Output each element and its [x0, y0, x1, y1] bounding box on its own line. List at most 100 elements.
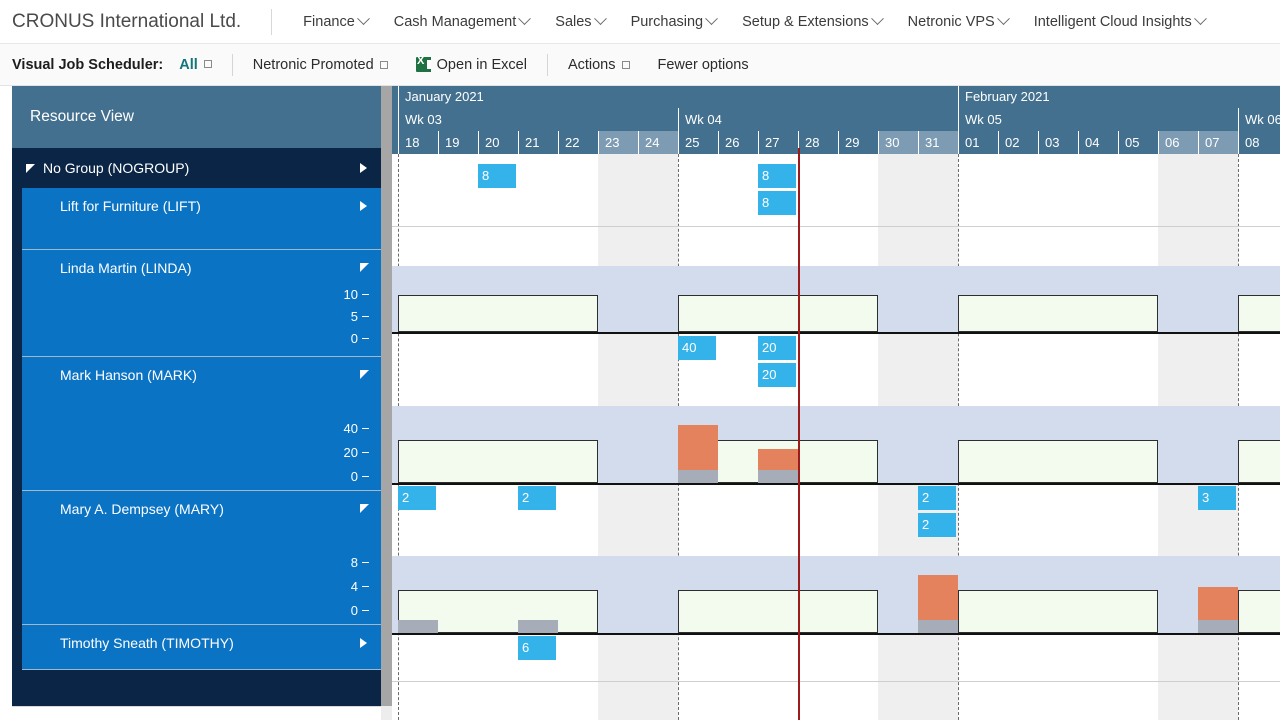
gantt-allocation-bar[interactable]: 2 — [918, 486, 956, 510]
capacity-bar[interactable] — [1238, 590, 1280, 633]
y-axis-tick: 0 — [351, 331, 369, 346]
nav-item-setup-extensions[interactable]: Setup & Extensions — [729, 12, 895, 30]
capacity-bar[interactable] — [958, 295, 1158, 332]
triangle-down-icon[interactable] — [360, 504, 369, 513]
gantt-allocation-bar[interactable]: 2 — [918, 513, 956, 537]
nav-item-intelligent-cloud-insights[interactable]: Intelligent Cloud Insights — [1021, 12, 1218, 30]
resource-view-header: Resource View — [12, 86, 381, 148]
timeline-day-cell[interactable]: 21 — [518, 131, 558, 154]
y-axis-tick: 10 — [344, 287, 369, 302]
sidebar-resource-timothy[interactable]: Timothy Sneath (TIMOTHY) — [22, 625, 381, 670]
gantt-allocation-bar[interactable]: 2 — [398, 486, 436, 510]
company-name: CRONUS International Ltd. — [12, 10, 242, 32]
triangle-right-icon[interactable] — [360, 201, 367, 211]
timeline-day-cell[interactable]: 23 — [598, 131, 638, 154]
capacity-bar[interactable] — [1238, 440, 1280, 483]
y-axis-tick: 0 — [351, 603, 369, 618]
timeline-day-cell[interactable]: 25 — [678, 131, 718, 154]
netronic-promoted-label: Netronic Promoted — [252, 56, 374, 73]
timeline-day-cell[interactable]: 04 — [1078, 131, 1118, 154]
load-bar[interactable] — [678, 470, 718, 483]
nav-item-purchasing[interactable]: Purchasing — [618, 12, 730, 30]
actions-label: Actions — [567, 56, 616, 73]
lane-separator — [392, 681, 1280, 682]
gantt-allocation-bar[interactable]: 40 — [678, 336, 716, 360]
timeline-day-cell[interactable]: 07 — [1198, 131, 1238, 154]
chevron-down-icon — [870, 12, 884, 26]
load-bar[interactable] — [758, 470, 798, 483]
capacity-bar[interactable] — [958, 440, 1158, 483]
timeline-month-label: February 2021 — [958, 86, 1278, 108]
triangle-down-icon[interactable] — [360, 263, 369, 272]
load-bar[interactable] — [398, 620, 438, 633]
gantt-allocation-bar[interactable]: 2 — [518, 486, 556, 510]
gantt-allocation-bar[interactable]: 6 — [518, 636, 556, 660]
scrollbar-thumb[interactable] — [381, 86, 392, 706]
timeline-day-cell[interactable]: 22 — [558, 131, 598, 154]
sidebar-resource-mark[interactable]: Mark Hanson (MARK) 40 20 0 — [22, 357, 381, 491]
resource-label: Lift for Furniture (LIFT) — [60, 198, 201, 214]
chevron-down-icon — [593, 12, 607, 26]
timeline-day-cell[interactable]: 20 — [478, 131, 518, 154]
nav-item-label: Netronic VPS — [907, 13, 995, 30]
timeline-day-cell[interactable]: 30 — [878, 131, 918, 154]
gantt-allocation-bar[interactable]: 3 — [1198, 486, 1236, 510]
open-in-excel-label: Open in Excel — [436, 56, 527, 73]
timeline-day-cell[interactable]: 03 — [1038, 131, 1078, 154]
group-row-nogroup[interactable]: No Group (NOGROUP) — [12, 148, 381, 188]
netronic-promoted-button[interactable]: Netronic Promoted — [253, 57, 388, 73]
actions-button[interactable]: Actions — [568, 57, 630, 73]
gantt-allocation-bar[interactable]: 8 — [758, 164, 796, 188]
triangle-down-icon[interactable] — [360, 370, 369, 379]
histogram-baseline — [392, 633, 1280, 635]
sidebar-resource-mary[interactable]: Mary A. Dempsey (MARY) 8 4 0 — [22, 491, 381, 625]
fewer-options-button[interactable]: Fewer options — [658, 57, 749, 73]
nav-item-finance[interactable]: Finance — [290, 12, 381, 30]
timeline-day-cell[interactable]: 06 — [1158, 131, 1198, 154]
sidebar-resource-linda[interactable]: Linda Martin (LINDA) 10 5 0 — [22, 250, 381, 357]
timeline-day-cell[interactable]: 31 — [918, 131, 958, 154]
timeline-day-cell[interactable]: 02 — [998, 131, 1038, 154]
triangle-right-icon[interactable] — [360, 163, 367, 173]
timeline-day-cell[interactable]: 24 — [638, 131, 678, 154]
capacity-bar[interactable] — [398, 440, 598, 483]
nav-item-label: Setup & Extensions — [742, 13, 869, 30]
timeline-day-cell[interactable]: 27 — [758, 131, 798, 154]
nav-item-cash-management[interactable]: Cash Management — [381, 12, 543, 30]
nav-item-label: Intelligent Cloud Insights — [1033, 13, 1192, 30]
timeline-day-cell[interactable]: 05 — [1118, 131, 1158, 154]
resource-label: Linda Martin (LINDA) — [60, 260, 192, 276]
capacity-bar[interactable] — [678, 590, 878, 633]
chevron-down-icon — [356, 12, 370, 26]
horizontal-scrollbar[interactable] — [12, 706, 381, 720]
nav-item-label: Cash Management — [393, 13, 517, 30]
timeline-day-cell[interactable]: 08 — [1238, 131, 1278, 154]
gantt-allocation-bar[interactable]: 20 — [758, 336, 796, 360]
timeline-header: January 2021 February 2021 Wk 03 Wk 04 Wk 05… — [392, 86, 1280, 154]
triangle-right-icon[interactable] — [360, 638, 367, 648]
gantt-grid: 8 8 8 40 20 20 2 2 2 2 3 6 — [392, 154, 1280, 720]
gantt-allocation-bar[interactable]: 8 — [478, 164, 516, 188]
gantt-allocation-bar[interactable]: 20 — [758, 363, 796, 387]
timeline-day-cell[interactable]: 28 — [798, 131, 838, 154]
capacity-bar[interactable] — [678, 295, 878, 332]
capacity-bar[interactable] — [398, 295, 598, 332]
gantt-allocation-bar[interactable]: 8 — [758, 191, 796, 215]
timeline-day-cell[interactable]: 01 — [958, 131, 998, 154]
load-bar[interactable] — [518, 620, 558, 633]
vertical-scrollbar[interactable] — [381, 86, 392, 720]
timeline-day-cell[interactable]: 29 — [838, 131, 878, 154]
capacity-bar[interactable] — [1238, 295, 1280, 332]
nav-item-netronic-vps[interactable]: Netronic VPS — [895, 12, 1021, 30]
chevron-down-icon — [1193, 12, 1207, 26]
filter-all-button[interactable]: All — [179, 57, 212, 73]
open-in-excel-button[interactable]: Open in Excel — [415, 55, 527, 73]
load-bar[interactable] — [918, 620, 958, 633]
capacity-bar[interactable] — [958, 590, 1158, 633]
sidebar-resource-lift[interactable]: Lift for Furniture (LIFT) — [22, 188, 381, 250]
nav-item-sales[interactable]: Sales — [542, 12, 617, 30]
timeline-day-cell[interactable]: 19 — [438, 131, 478, 154]
load-bar[interactable] — [1198, 620, 1238, 633]
timeline-day-cell[interactable]: 18 — [398, 131, 438, 154]
timeline-day-cell[interactable]: 26 — [718, 131, 758, 154]
